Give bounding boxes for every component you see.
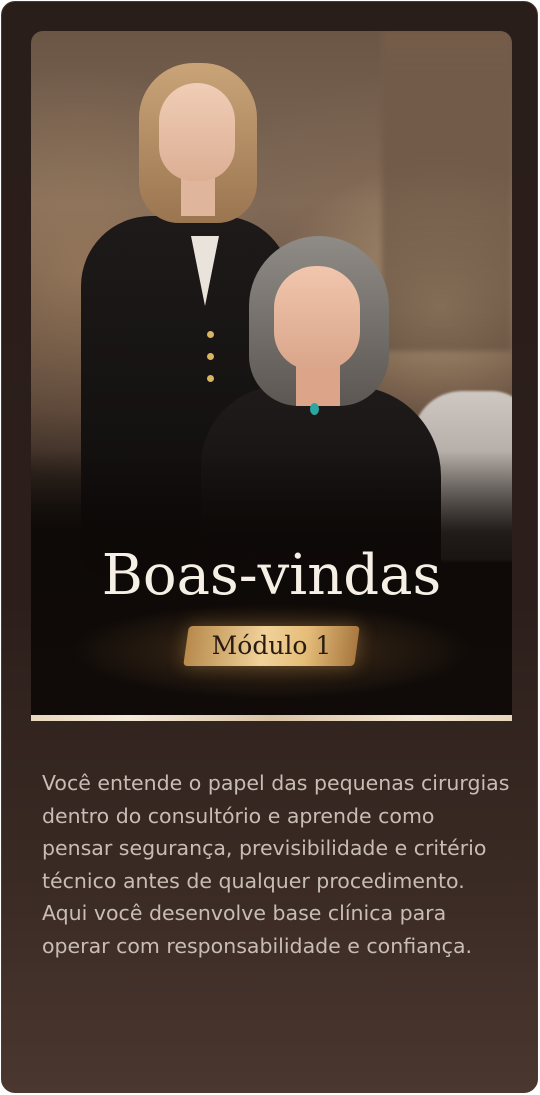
module-cover-image[interactable]: Boas-vindas Módulo 1 <box>31 31 512 721</box>
presenter-standing-face <box>159 83 235 181</box>
jacket-button <box>207 353 214 360</box>
background-shelf <box>382 31 512 351</box>
module-badge-label: Módulo 1 <box>211 631 332 660</box>
jacket-button <box>207 375 214 382</box>
module-progress-bar <box>31 715 512 721</box>
necklace-pendant <box>310 403 319 415</box>
jacket-button <box>207 331 214 338</box>
module-description: Você entende o papel das pequenas cirurg… <box>42 771 510 958</box>
module-card[interactable]: Boas-vindas Módulo 1 Você entende o pape… <box>1 1 538 1093</box>
presenter-seated-face <box>274 266 360 370</box>
module-title: Boas-vindas <box>101 543 442 608</box>
